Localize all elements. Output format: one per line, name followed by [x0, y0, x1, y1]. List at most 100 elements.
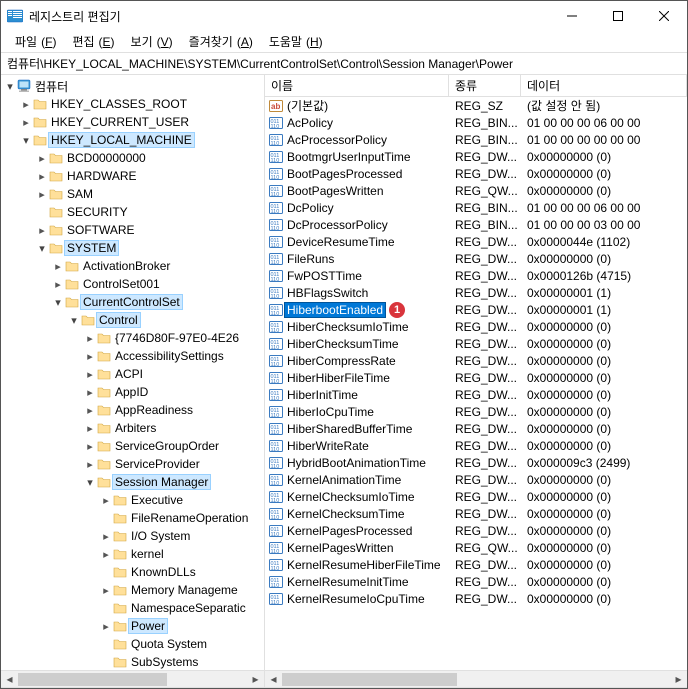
chevron-right-icon[interactable]: [99, 530, 113, 543]
chevron-right-icon[interactable]: [83, 458, 97, 471]
tree-item[interactable]: Power: [1, 617, 264, 635]
value-row[interactable]: HBFlagsSwitchREG_DW...0x00000001 (1): [265, 284, 687, 301]
value-row[interactable]: HiberInitTimeREG_DW...0x00000000 (0): [265, 386, 687, 403]
tree-item[interactable]: SubSystems: [1, 653, 264, 671]
chevron-down-icon[interactable]: [51, 296, 65, 309]
tree-item[interactable]: HARDWARE: [1, 167, 264, 185]
menu-favorites[interactable]: 즐겨찾기(A): [181, 31, 257, 52]
chevron-right-icon[interactable]: [35, 170, 49, 183]
tree-item[interactable]: Memory Manageme: [1, 581, 264, 599]
chevron-right-icon[interactable]: [35, 188, 49, 201]
menu-help[interactable]: 도움말(H): [261, 31, 327, 52]
chevron-right-icon[interactable]: [83, 386, 97, 399]
value-row[interactable]: HiberIoCpuTimeREG_DW...0x00000000 (0): [265, 403, 687, 420]
chevron-right-icon[interactable]: [19, 116, 33, 129]
tree-item[interactable]: SOFTWARE: [1, 221, 264, 239]
chevron-down-icon[interactable]: [19, 134, 33, 147]
value-row[interactable]: DeviceResumeTimeREG_DW...0x0000044e (110…: [265, 233, 687, 250]
close-button[interactable]: [641, 1, 687, 31]
column-data[interactable]: 데이터: [521, 75, 687, 96]
value-row[interactable]: (기본값)REG_SZ(값 설정 안 됨): [265, 97, 687, 114]
value-row[interactable]: BootPagesProcessedREG_DW...0x00000000 (0…: [265, 165, 687, 182]
address-bar[interactable]: 컴퓨터\HKEY_LOCAL_MACHINE\SYSTEM\CurrentCon…: [1, 53, 687, 75]
tree-item[interactable]: BCD00000000: [1, 149, 264, 167]
chevron-right-icon[interactable]: [35, 152, 49, 165]
value-row[interactable]: HybridBootAnimationTimeREG_DW...0x000009…: [265, 454, 687, 471]
value-row[interactable]: AcPolicyREG_BIN...01 00 00 00 06 00 00: [265, 114, 687, 131]
tree-hscrollbar[interactable]: ◂ ▸: [1, 670, 264, 687]
value-row[interactable]: HiberHiberFileTimeREG_DW...0x00000000 (0…: [265, 369, 687, 386]
value-row[interactable]: HiberCompressRateREG_DW...0x00000000 (0): [265, 352, 687, 369]
chevron-down-icon[interactable]: [83, 476, 97, 489]
chevron-down-icon[interactable]: [3, 80, 17, 93]
chevron-right-icon[interactable]: [35, 224, 49, 237]
tree-item[interactable]: KnownDLLs: [1, 563, 264, 581]
chevron-right-icon[interactable]: [99, 494, 113, 507]
value-row[interactable]: DcPolicyREG_BIN...01 00 00 00 06 00 00: [265, 199, 687, 216]
tree-item[interactable]: Arbiters: [1, 419, 264, 437]
value-row[interactable]: FileRunsREG_DW...0x00000000 (0): [265, 250, 687, 267]
tree-item[interactable]: Executive: [1, 491, 264, 509]
value-row[interactable]: AcProcessorPolicyREG_BIN...01 00 00 00 0…: [265, 131, 687, 148]
tree-item[interactable]: HKEY_CURRENT_USER: [1, 113, 264, 131]
value-row[interactable]: FwPOSTTimeREG_DW...0x0000126b (4715): [265, 267, 687, 284]
tree-item[interactable]: AccessibilitySettings: [1, 347, 264, 365]
tree-item[interactable]: Quota System: [1, 635, 264, 653]
tree-item[interactable]: HKEY_CLASSES_ROOT: [1, 95, 264, 113]
value-row[interactable]: BootPagesWrittenREG_QW...0x00000000 (0): [265, 182, 687, 199]
menu-file[interactable]: 파일(F): [7, 31, 60, 52]
tree-item[interactable]: FileRenameOperation: [1, 509, 264, 527]
tree-item[interactable]: AppID: [1, 383, 264, 401]
list-body[interactable]: (기본값)REG_SZ(값 설정 안 됨)AcPolicyREG_BIN...0…: [265, 97, 687, 670]
value-row[interactable]: HiberSharedBufferTimeREG_DW...0x00000000…: [265, 420, 687, 437]
tree-item[interactable]: SAM: [1, 185, 264, 203]
tree-item[interactable]: 컴퓨터: [1, 77, 264, 95]
tree-item[interactable]: I/O System: [1, 527, 264, 545]
tree-item[interactable]: ControlSet001: [1, 275, 264, 293]
minimize-button[interactable]: [549, 1, 595, 31]
maximize-button[interactable]: [595, 1, 641, 31]
chevron-right-icon[interactable]: [99, 620, 113, 633]
value-row[interactable]: KernelChecksumIoTimeREG_DW...0x00000000 …: [265, 488, 687, 505]
scroll-left-icon[interactable]: ◂: [265, 671, 282, 688]
value-row[interactable]: KernelAnimationTimeREG_DW...0x00000000 (…: [265, 471, 687, 488]
value-row[interactable]: DcProcessorPolicyREG_BIN...01 00 00 00 0…: [265, 216, 687, 233]
chevron-right-icon[interactable]: [99, 548, 113, 561]
value-row[interactable]: KernelPagesWrittenREG_QW...0x00000000 (0…: [265, 539, 687, 556]
chevron-right-icon[interactable]: [99, 584, 113, 597]
value-row[interactable]: HiberWriteRateREG_DW...0x00000000 (0): [265, 437, 687, 454]
value-row[interactable]: KernelResumeIoCpuTimeREG_DW...0x00000000…: [265, 590, 687, 607]
titlebar[interactable]: 레지스트리 편집기: [1, 1, 687, 31]
chevron-right-icon[interactable]: [19, 98, 33, 111]
tree-item[interactable]: CurrentControlSet: [1, 293, 264, 311]
tree-item[interactable]: SECURITY: [1, 203, 264, 221]
menu-edit[interactable]: 편집(E): [64, 31, 118, 52]
list-hscrollbar[interactable]: ◂ ▸: [265, 670, 687, 687]
chevron-right-icon[interactable]: [51, 278, 65, 291]
tree-item[interactable]: kernel: [1, 545, 264, 563]
tree-item[interactable]: AppReadiness: [1, 401, 264, 419]
value-row[interactable]: HiberChecksumTimeREG_DW...0x00000000 (0): [265, 335, 687, 352]
scroll-left-icon[interactable]: ◂: [1, 671, 18, 688]
scroll-right-icon[interactable]: ▸: [670, 671, 687, 688]
chevron-right-icon[interactable]: [83, 422, 97, 435]
tree-item[interactable]: ServiceGroupOrder: [1, 437, 264, 455]
column-type[interactable]: 종류: [449, 75, 521, 96]
value-row[interactable]: HiberbootEnabled1REG_DW...0x00000001 (1): [265, 301, 687, 318]
chevron-down-icon[interactable]: [35, 242, 49, 255]
tree-item[interactable]: Session Manager: [1, 473, 264, 491]
value-row[interactable]: KernelResumeHiberFileTimeREG_DW...0x0000…: [265, 556, 687, 573]
chevron-right-icon[interactable]: [83, 404, 97, 417]
tree-item[interactable]: ACPI: [1, 365, 264, 383]
tree-pane[interactable]: 컴퓨터HKEY_CLASSES_ROOTHKEY_CURRENT_USERHKE…: [1, 75, 265, 687]
chevron-right-icon[interactable]: [51, 260, 65, 273]
value-row[interactable]: BootmgrUserInputTimeREG_DW...0x00000000 …: [265, 148, 687, 165]
chevron-right-icon[interactable]: [83, 368, 97, 381]
tree-item[interactable]: Control: [1, 311, 264, 329]
chevron-right-icon[interactable]: [83, 440, 97, 453]
value-row[interactable]: KernelChecksumTimeREG_DW...0x00000000 (0…: [265, 505, 687, 522]
value-row[interactable]: KernelResumeInitTimeREG_DW...0x00000000 …: [265, 573, 687, 590]
tree-item[interactable]: NamespaceSeparatic: [1, 599, 264, 617]
chevron-right-icon[interactable]: [83, 350, 97, 363]
value-row[interactable]: HiberChecksumIoTimeREG_DW...0x00000000 (…: [265, 318, 687, 335]
